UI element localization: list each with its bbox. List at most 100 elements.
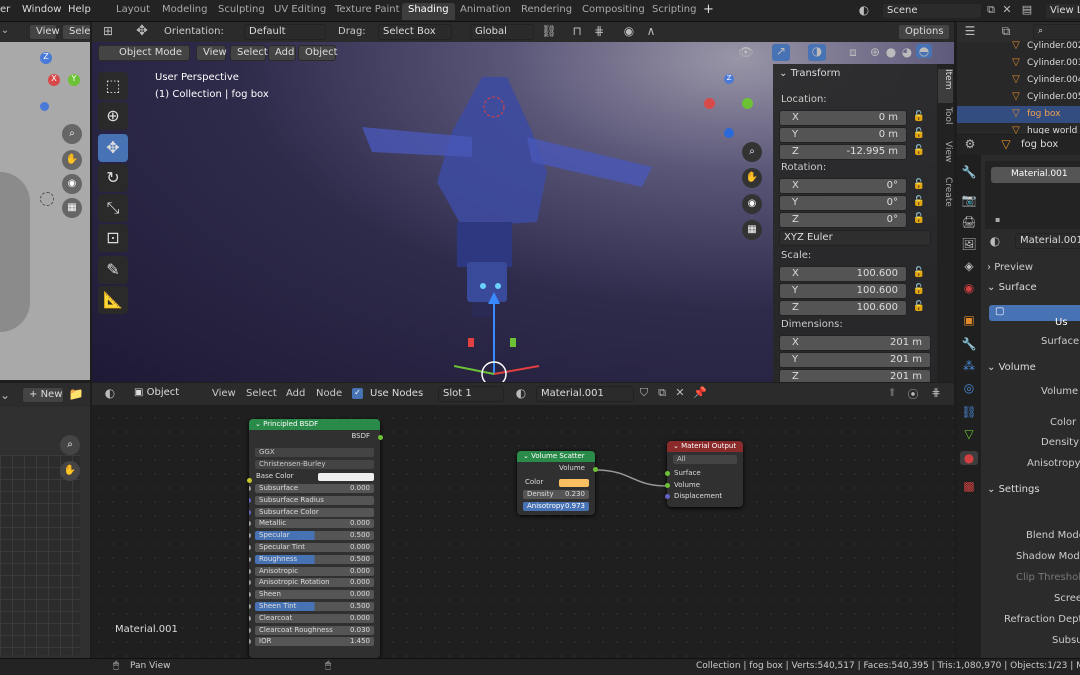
gizmo-y[interactable]: Y <box>68 74 80 86</box>
material-name-field[interactable]: Material.001 <box>1015 233 1080 249</box>
volume-socket[interactable] <box>665 483 670 488</box>
bsdf-input-socket[interactable] <box>249 627 251 633</box>
camera-icon[interactable]: ◉ <box>62 174 82 194</box>
scatter-node-title[interactable]: ⌄ Volume Scatter <box>517 451 595 462</box>
transform-orientation-dropdown[interactable]: Global <box>470 24 534 40</box>
density-slider[interactable]: Density 0.230 <box>523 490 589 499</box>
volume-input[interactable]: Volume <box>667 481 743 491</box>
subsurface-method-dropdown[interactable]: Christensen-Burley <box>255 460 374 469</box>
bsdf-input-metallic[interactable]: Metallic 0.000 <box>255 519 374 529</box>
dims-x-field[interactable]: X 201 m <box>779 335 931 351</box>
object-tab-icon[interactable]: ▣ <box>960 313 978 327</box>
bsdf-input-specular[interactable]: Specular 0.500 <box>255 531 374 541</box>
measure-tool-icon[interactable]: 📐 <box>98 286 128 314</box>
surface-panel-header[interactable]: ⌄ Surface <box>987 282 1037 293</box>
bsdf-input-subsurface[interactable]: Subsurface 0.000 <box>255 484 374 493</box>
scale-z-field[interactable]: Z 100.600 <box>779 300 907 316</box>
object-menu[interactable]: Object <box>298 45 338 61</box>
outliner-item[interactable]: ▽ Cylinder.005 <box>957 89 1080 106</box>
material-output-node[interactable]: ⌄ Material Output All Surface Volume Dis… <box>667 441 743 507</box>
output-node-title[interactable]: ⌄ Material Output <box>667 441 743 452</box>
bsdf-input-socket[interactable] <box>249 592 251 598</box>
outliner-editor-icon[interactable]: ☰ <box>961 24 979 38</box>
constraints-tab-icon[interactable]: ⛓ <box>960 405 978 419</box>
bsdf-input-subsurface-color[interactable]: Subsurface Color <box>255 507 374 517</box>
zoom-icon[interactable]: ⌕ <box>742 142 762 162</box>
new-image-button[interactable]: + New <box>22 387 64 403</box>
add-menu[interactable]: Add <box>268 45 296 61</box>
bsdf-input-socket[interactable] <box>249 568 251 574</box>
transform-tool-icon[interactable]: ⊡ <box>98 224 128 252</box>
bsdf-input-socket[interactable] <box>249 580 251 586</box>
bsdf-input-anisotropic[interactable]: Anisotropic 0.000 <box>255 566 374 576</box>
nav-gizmo-y[interactable] <box>742 98 753 109</box>
bsdf-input-socket[interactable] <box>249 486 251 491</box>
bsdf-input-clearcoat[interactable]: Clearcoat 0.000 <box>255 613 374 623</box>
zoom-icon[interactable]: ⌕ <box>60 435 80 455</box>
particles-tab-icon[interactable]: ⁂ <box>960 359 978 373</box>
outliner-item[interactable]: ▽ fog box <box>957 106 1080 123</box>
overlay-toggle-icon[interactable]: ◑ <box>808 44 826 61</box>
scale-tool-icon[interactable]: ⤡ <box>98 194 128 222</box>
displacement-socket[interactable] <box>665 494 670 499</box>
principled-bsdf-node[interactable]: ⌄ Principled BSDF BSDF GGX Christensen-B… <box>249 419 380 658</box>
bsdf-input-specular-tint[interactable]: Specular Tint 0.000 <box>255 543 374 552</box>
editor-type-icon[interactable]: ⊞ <box>98 24 118 38</box>
magnet-icon[interactable]: ⊓ <box>568 24 586 38</box>
output-target-dropdown[interactable]: All <box>673 455 737 464</box>
move-gizmo[interactable] <box>454 282 544 382</box>
preview-panel-header[interactable]: › Preview <box>987 262 1033 273</box>
rendered-shading-icon[interactable]: ◓ <box>916 44 932 58</box>
tab-rendering[interactable]: Rendering <box>515 3 578 20</box>
surface-socket[interactable] <box>665 471 670 476</box>
outliner-item[interactable]: ▽ Cylinder.004 <box>957 72 1080 89</box>
rotation-z-field[interactable]: Z 0° <box>779 212 907 228</box>
bsdf-input-socket[interactable] <box>249 533 251 539</box>
outliner-item[interactable]: ▽ Cylinder.002 <box>957 38 1080 55</box>
proportional-edit-icon[interactable]: ◉ <box>620 24 638 38</box>
left-view-menu[interactable]: View <box>29 24 60 40</box>
volume-panel-header[interactable]: ⌄ Volume <box>987 362 1036 373</box>
outliner-item[interactable]: ▽ huge world <box>957 123 1080 134</box>
wireframe-shading-icon[interactable]: ⊕ <box>868 45 882 59</box>
falloff-icon[interactable]: ∧ <box>642 24 660 38</box>
lock-icon[interactable]: 🔓 <box>911 301 927 312</box>
lock-icon[interactable]: 🔓 <box>911 196 927 207</box>
lock-icon[interactable]: 🔓 <box>911 267 927 278</box>
transform-panel-title[interactable]: ⌄ Transform <box>779 68 840 79</box>
bsdf-input-socket[interactable] <box>249 497 251 503</box>
material-tab-icon[interactable]: ● <box>960 451 978 465</box>
camera-icon[interactable]: ◉ <box>742 194 762 214</box>
scale-y-field[interactable]: Y 100.600 <box>779 283 907 299</box>
world-tab-icon[interactable]: ◉ <box>960 281 978 295</box>
bsdf-input-ior[interactable]: IOR 1.450 <box>255 637 374 647</box>
nav-gizmo-x[interactable] <box>704 98 715 109</box>
tab-modeling[interactable]: Modeling <box>156 3 214 20</box>
surface-input[interactable]: Surface <box>667 469 743 479</box>
scatter-color-swatch[interactable] <box>559 479 589 487</box>
tab-view[interactable]: View <box>938 141 953 175</box>
shader-node-editor[interactable]: ◐ ▣ Object View Select Add Node ✓ Use No… <box>92 383 954 658</box>
solid-shading-icon[interactable]: ● <box>884 45 898 59</box>
scene-tab-icon[interactable]: ◈ <box>960 259 978 273</box>
tab-create[interactable]: Create <box>938 177 953 221</box>
tab-sculpting[interactable]: Sculpting <box>212 3 271 20</box>
scale-x-field[interactable]: X 100.600 <box>779 266 907 282</box>
select-menu[interactable]: Select <box>230 45 268 61</box>
visibility-icon[interactable]: 👁 <box>738 45 754 59</box>
lock-icon[interactable]: 🔓 <box>911 111 927 122</box>
select-tool-icon[interactable]: ⬚ <box>98 72 128 100</box>
material-sphere-icon[interactable]: ◐ <box>987 234 1003 248</box>
grid-icon[interactable]: ▦ <box>62 198 82 218</box>
bsdf-input-roughness[interactable]: Roughness 0.500 <box>255 554 374 564</box>
volume-output-socket[interactable] <box>593 467 598 472</box>
tab-texture-paint[interactable]: Texture Paint <box>329 3 406 20</box>
anisotropy-slider[interactable]: Anisotropy 0.973 <box>523 502 589 511</box>
view-layer-selector[interactable]: View L <box>1045 3 1080 19</box>
tab-shading[interactable]: Shading <box>402 3 455 20</box>
dropdown-icon[interactable]: ⌄ <box>0 388 10 402</box>
base-color-swatch[interactable] <box>318 473 374 481</box>
tab-uv-editing[interactable]: UV Editing <box>268 3 332 20</box>
lock-icon[interactable]: 🔓 <box>911 213 927 224</box>
rotate-tool-icon[interactable]: ↻ <box>98 164 128 192</box>
